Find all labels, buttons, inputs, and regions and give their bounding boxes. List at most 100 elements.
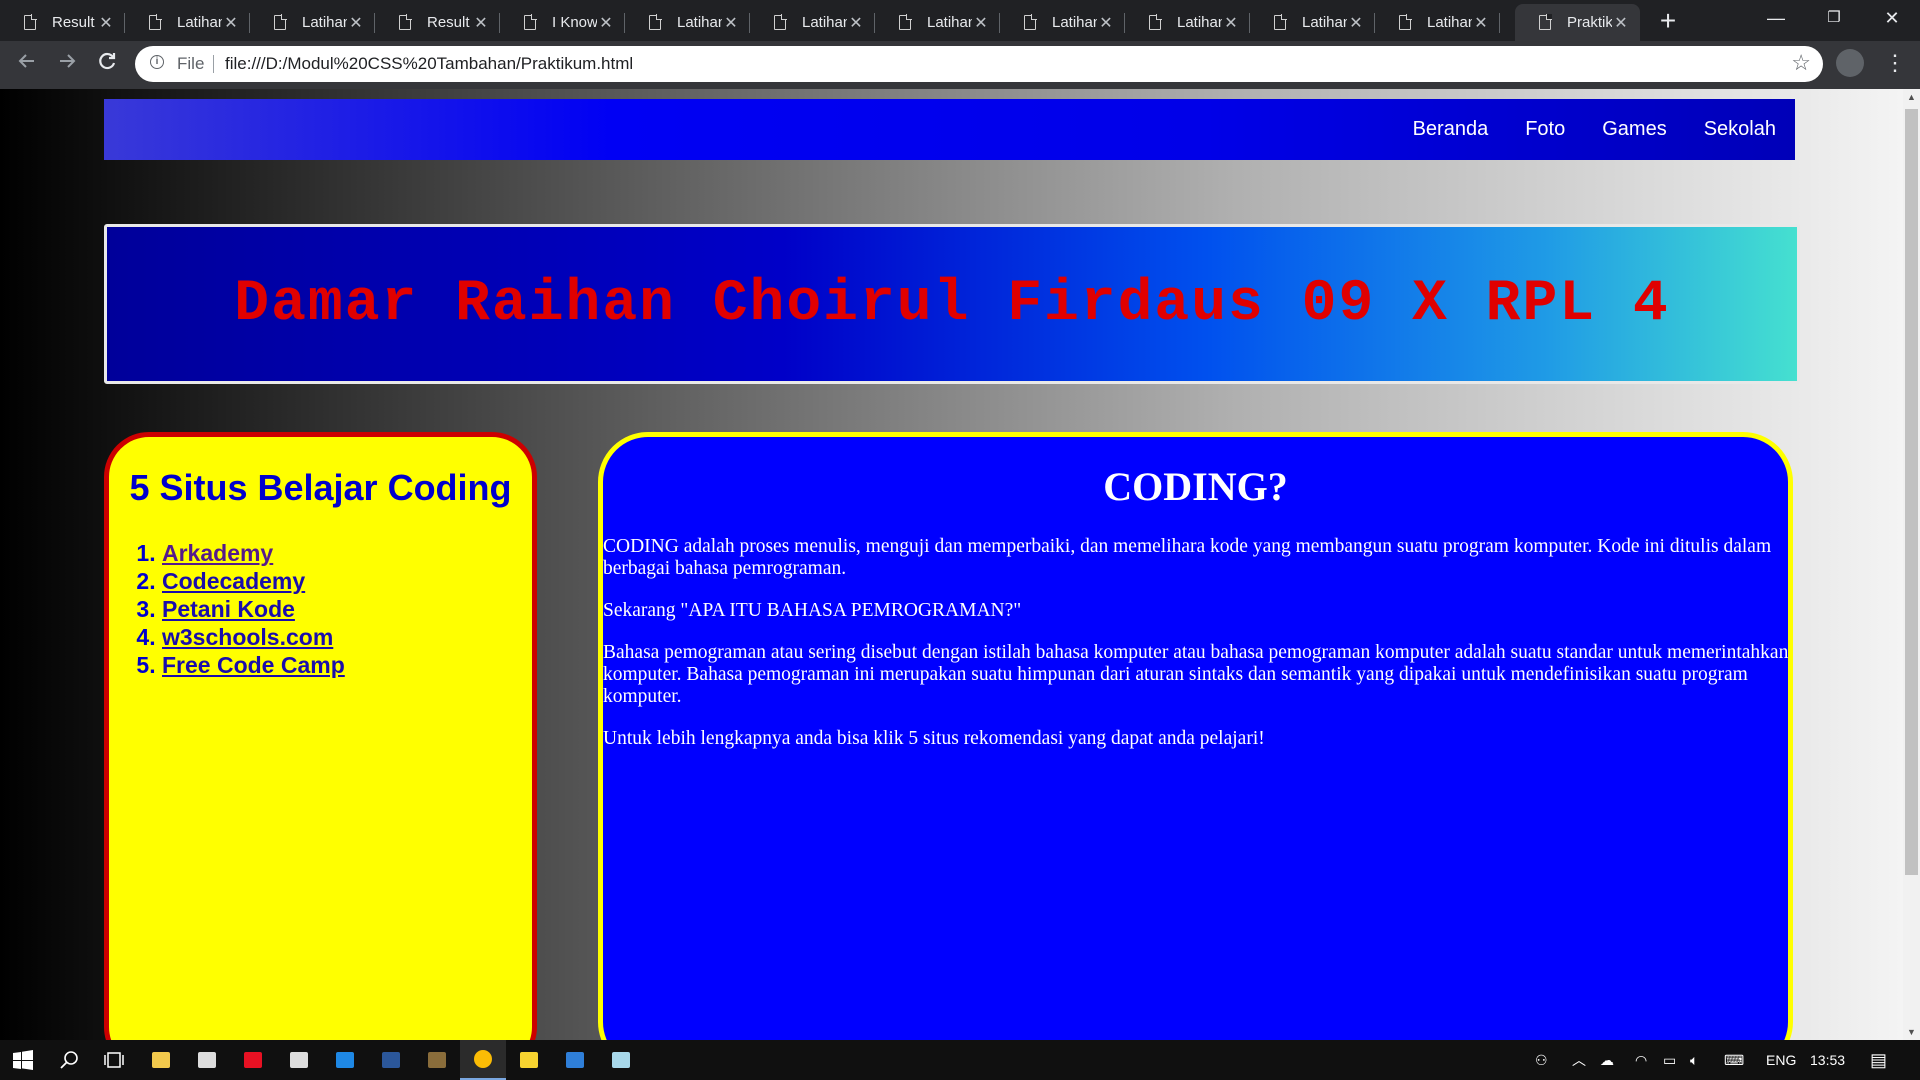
language-indicator[interactable]: ENG bbox=[1766, 1040, 1796, 1080]
vertical-scrollbar[interactable]: ▲ ▼ bbox=[1903, 89, 1920, 1040]
forward-arrow-icon bbox=[60, 54, 76, 68]
close-tab-icon[interactable]: ✕ bbox=[722, 13, 740, 33]
battery-icon[interactable]: ▭ bbox=[1663, 1040, 1676, 1080]
main-content-box: CODING? CODING adalah proses menulis, me… bbox=[598, 432, 1793, 1040]
scrollbar-thumb[interactable] bbox=[1905, 109, 1918, 875]
close-tab-icon[interactable]: ✕ bbox=[597, 13, 615, 33]
nav-link[interactable]: Games bbox=[1602, 118, 1666, 141]
taskbar-app[interactable] bbox=[414, 1040, 460, 1080]
start-button[interactable] bbox=[0, 1040, 46, 1080]
document-icon bbox=[649, 14, 662, 30]
tab-label: Latihan bbox=[302, 14, 347, 31]
browser-tab[interactable]: Praktik ✕ bbox=[1515, 4, 1640, 41]
nav-link[interactable]: Beranda bbox=[1413, 118, 1489, 141]
close-tab-icon[interactable]: ✕ bbox=[1612, 13, 1630, 33]
restore-button[interactable]: ❐ bbox=[1806, 0, 1862, 38]
browser-tab[interactable]: Result ✕ bbox=[0, 4, 125, 41]
tray-chevron-icon[interactable]: ︿ bbox=[1572, 1040, 1586, 1080]
reload-button[interactable] bbox=[91, 49, 123, 81]
info-icon[interactable]: i bbox=[150, 55, 164, 69]
site-link[interactable]: Arkademy bbox=[162, 540, 273, 566]
browser-tab[interactable]: Latihan ✕ bbox=[125, 4, 250, 41]
close-tab-icon[interactable]: ✕ bbox=[222, 13, 240, 33]
task-view-button[interactable] bbox=[92, 1040, 138, 1080]
browser-tab[interactable]: Latihan ✕ bbox=[750, 4, 875, 41]
browser-tab[interactable]: Latihan ✕ bbox=[875, 4, 1000, 41]
browser-tab[interactable]: Latihan ✕ bbox=[625, 4, 750, 41]
site-list: ArkademyCodecademyPetani Kodew3schools.c… bbox=[109, 539, 532, 679]
document-icon bbox=[24, 14, 37, 30]
site-navbar: Beranda Foto Games Sekolah bbox=[104, 99, 1795, 160]
close-tab-icon[interactable]: ✕ bbox=[847, 13, 865, 33]
scroll-down-icon[interactable]: ▼ bbox=[1903, 1024, 1920, 1040]
document-icon bbox=[149, 14, 162, 30]
list-item: Codecademy bbox=[162, 567, 532, 595]
bookmark-star-icon[interactable]: ☆ bbox=[1791, 50, 1811, 76]
url-text[interactable]: file:///D:/Modul%20CSS%20Tambahan/Prakti… bbox=[225, 54, 633, 74]
document-icon bbox=[274, 14, 287, 30]
taskbar-app[interactable] bbox=[322, 1040, 368, 1080]
close-tab-icon[interactable]: ✕ bbox=[347, 13, 365, 33]
mail-icon bbox=[290, 1052, 308, 1068]
clock[interactable]: 13:53 bbox=[1810, 1040, 1845, 1080]
close-tab-icon[interactable]: ✕ bbox=[1472, 13, 1490, 33]
nav-link[interactable]: Foto bbox=[1525, 118, 1565, 141]
site-link[interactable]: Petani Kode bbox=[162, 596, 295, 622]
close-tab-icon[interactable]: ✕ bbox=[1097, 13, 1115, 33]
back-button[interactable] bbox=[11, 49, 43, 81]
nav-link[interactable]: Sekolah bbox=[1704, 118, 1776, 141]
volume-icon[interactable]: 🔈︎ bbox=[1690, 1040, 1698, 1080]
taskbar-app[interactable] bbox=[598, 1040, 644, 1080]
new-tab-button[interactable]: + bbox=[1652, 6, 1684, 38]
edge-icon bbox=[336, 1052, 354, 1068]
taskbar-app[interactable] bbox=[368, 1040, 414, 1080]
taskbar-app[interactable] bbox=[506, 1040, 552, 1080]
site-link[interactable]: w3schools.com bbox=[162, 624, 333, 650]
tab-label: Praktik bbox=[1567, 14, 1612, 31]
browser-tab[interactable]: Latihan ✕ bbox=[1125, 4, 1250, 41]
taskbar-app[interactable] bbox=[276, 1040, 322, 1080]
profile-avatar[interactable] bbox=[1836, 49, 1864, 77]
sticky-notes-icon bbox=[520, 1052, 538, 1068]
sidebar-box: 5 Situs Belajar Coding ArkademyCodecadem… bbox=[104, 432, 537, 1040]
forward-button[interactable] bbox=[51, 49, 83, 81]
close-tab-icon[interactable]: ✕ bbox=[1222, 13, 1240, 33]
close-tab-icon[interactable]: ✕ bbox=[972, 13, 990, 33]
browser-tab[interactable]: Result ✕ bbox=[375, 4, 500, 41]
word-icon bbox=[382, 1052, 400, 1068]
list-item: Free Code Camp bbox=[162, 651, 532, 679]
onedrive-icon[interactable]: ☁ bbox=[1600, 1040, 1614, 1080]
paragraph: Sekarang "APA ITU BAHASA PEMROGRAMAN?" bbox=[603, 600, 1022, 621]
browser-tab[interactable]: Latihan ✕ bbox=[250, 4, 375, 41]
browser-tab[interactable]: Latihan ✕ bbox=[1250, 4, 1375, 41]
close-tab-icon[interactable]: ✕ bbox=[97, 13, 115, 33]
close-tab-icon[interactable]: ✕ bbox=[1347, 13, 1365, 33]
wifi-icon[interactable]: ◠ bbox=[1635, 1040, 1647, 1080]
browser-tab[interactable]: Latihan ✕ bbox=[1375, 4, 1500, 41]
taskbar-app[interactable] bbox=[552, 1040, 598, 1080]
page-viewport: Beranda Foto Games Sekolah Damar Raihan Cho… bbox=[0, 89, 1903, 1040]
close-tab-icon[interactable]: ✕ bbox=[472, 13, 490, 33]
notification-icon[interactable]: ▤ bbox=[1870, 1040, 1887, 1080]
keyboard-icon[interactable]: ⌨ bbox=[1724, 1040, 1744, 1080]
people-icon[interactable]: ⚇ bbox=[1535, 1040, 1548, 1080]
site-link[interactable]: Codecademy bbox=[162, 568, 305, 594]
address-bar[interactable]: i File file:///D:/Modul%20CSS%20Tambahan… bbox=[135, 46, 1823, 82]
taskbar-app[interactable] bbox=[184, 1040, 230, 1080]
document-icon bbox=[1149, 14, 1162, 30]
menu-dots-icon[interactable]: ⋮ bbox=[1884, 49, 1906, 79]
site-link[interactable]: Free Code Camp bbox=[162, 652, 345, 678]
minimize-button[interactable]: — bbox=[1748, 0, 1804, 38]
browser-tab[interactable]: Latihan ✕ bbox=[1000, 4, 1125, 41]
taskbar-app[interactable] bbox=[138, 1040, 184, 1080]
browser-tab[interactable]: I Know ✕ bbox=[500, 4, 625, 41]
taskbar-app[interactable] bbox=[460, 1040, 506, 1080]
search-button[interactable] bbox=[46, 1040, 92, 1080]
app-icon bbox=[428, 1052, 446, 1068]
close-window-button[interactable]: ✕ bbox=[1864, 0, 1920, 38]
tab-label: Latihan bbox=[927, 14, 972, 31]
scroll-up-icon[interactable]: ▲ bbox=[1903, 89, 1920, 105]
document-icon bbox=[899, 14, 912, 30]
banner: Damar Raihan Choirul Firdaus 09 X RPL 4 bbox=[104, 224, 1800, 384]
taskbar-app[interactable] bbox=[230, 1040, 276, 1080]
